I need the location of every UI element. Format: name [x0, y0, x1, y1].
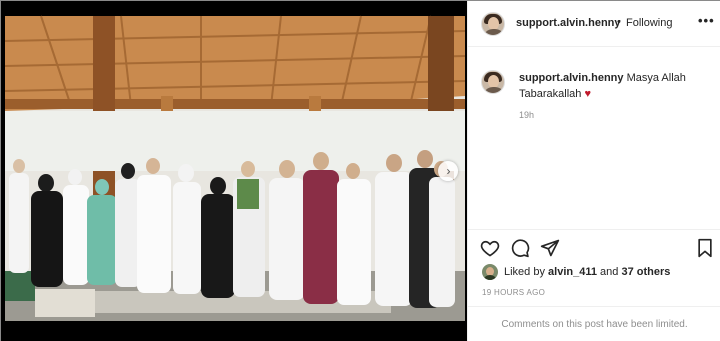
likes-and: and [600, 266, 619, 278]
post-photo[interactable]: › [1, 1, 467, 341]
separator-dot: • [617, 16, 621, 28]
comment-bubble-icon[interactable] [510, 238, 530, 258]
caption-avatar[interactable] [481, 70, 505, 94]
post-side-panel: support.alvin.henny • Following ••• supp… [467, 1, 720, 341]
likes-prefix: Liked by [504, 266, 545, 278]
caption-time: 19h [519, 110, 535, 120]
author-username[interactable]: support.alvin.henny [516, 17, 621, 29]
action-bar [468, 229, 720, 263]
paper-plane-icon[interactable] [540, 238, 560, 258]
comments-limited-text: Comments on this post have been limited. [501, 319, 688, 330]
bookmark-icon[interactable] [695, 238, 715, 258]
heart-outline-icon[interactable] [480, 238, 500, 258]
liker-username[interactable]: alvin_411 [548, 266, 597, 278]
likes-others[interactable]: 37 others [621, 266, 670, 278]
caption-text: support.alvin.henny Masya Allah Tabaraka… [519, 70, 714, 102]
likes-line: Liked by alvin_411 and 37 others [504, 266, 670, 278]
post-timestamp[interactable]: 19 HOURS AGO [482, 288, 545, 297]
post-window: › support.alvin.henny • Following ••• su… [0, 0, 720, 341]
caption-username[interactable]: support.alvin.henny [519, 72, 624, 84]
liker-avatar[interactable] [482, 264, 498, 280]
heart-emoji-icon: ♥ [584, 88, 591, 100]
following-button[interactable]: Following [626, 17, 672, 29]
chevron-right-icon: › [446, 164, 451, 178]
likes-summary: Liked by alvin_411 and 37 others [482, 263, 717, 280]
next-photo-button[interactable]: › [438, 161, 458, 181]
post-header: support.alvin.henny • Following ••• [468, 1, 720, 47]
more-options-icon[interactable]: ••• [698, 13, 715, 28]
comments-limited-notice: Comments on this post have been limited. [468, 306, 720, 341]
author-avatar[interactable] [481, 12, 505, 36]
group-photo-image [1, 1, 467, 341]
